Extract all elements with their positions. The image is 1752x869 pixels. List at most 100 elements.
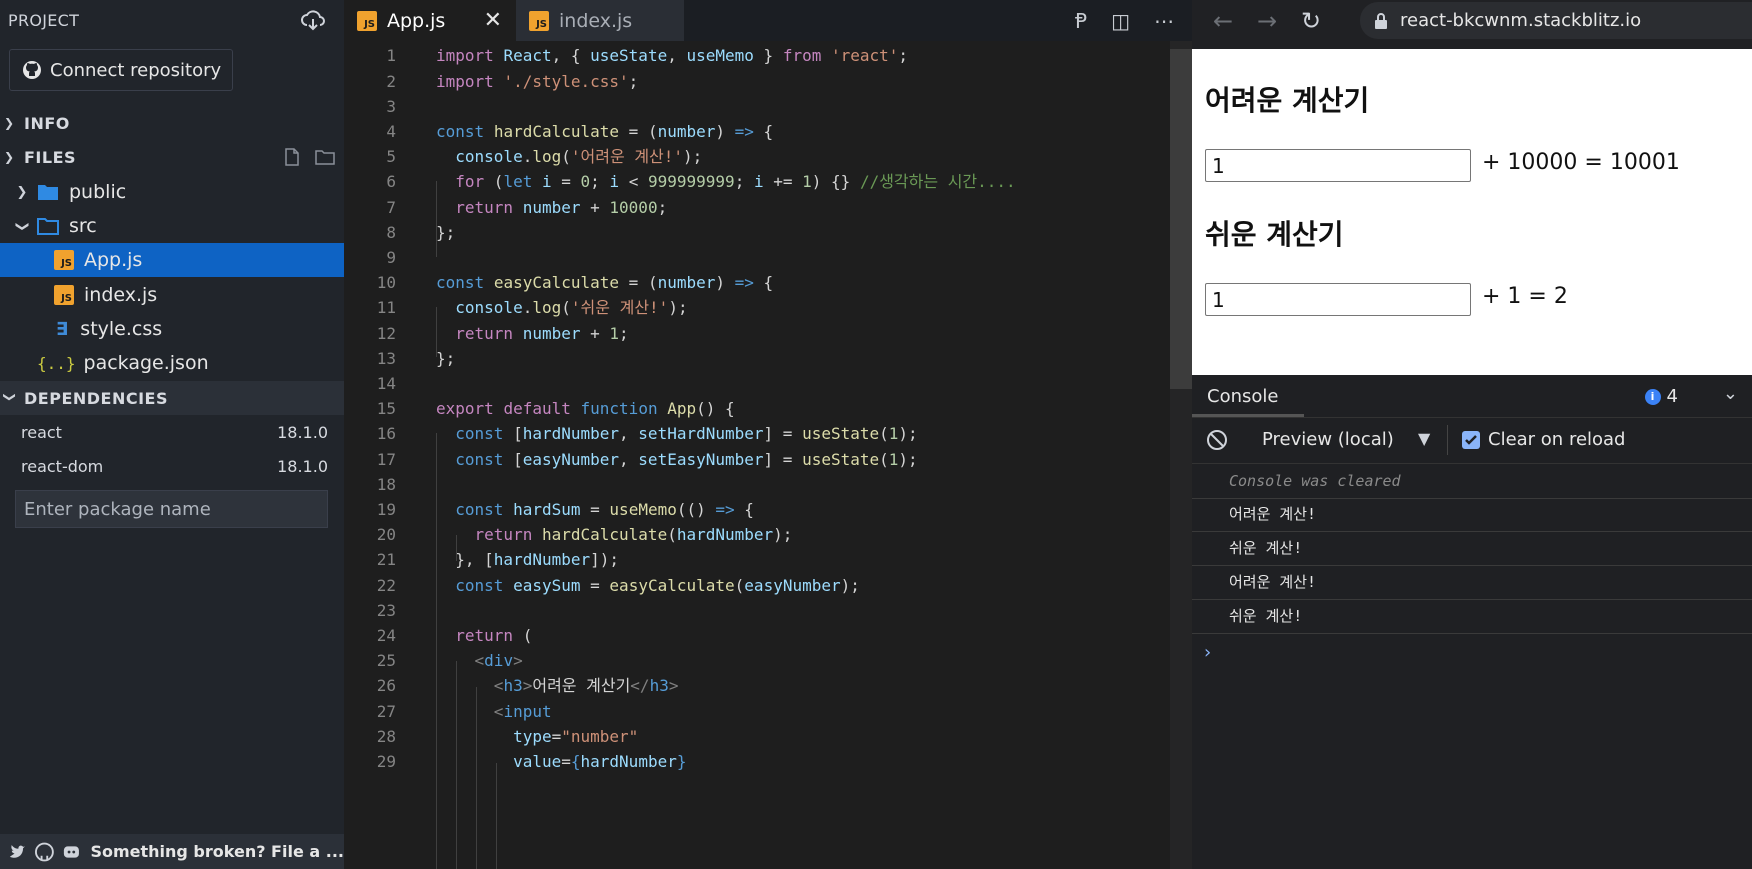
tree-item-public[interactable]: ❯ public — [0, 175, 344, 209]
chevron-down-icon: ❯ — [4, 150, 15, 164]
new-folder-icon[interactable] — [314, 147, 336, 167]
code-line: 8}; — [344, 219, 1170, 247]
dependency-row[interactable]: react-dom 18.1.0 — [0, 449, 344, 483]
dependency-version: 18.1.0 — [277, 456, 328, 476]
line-number: 16 — [376, 424, 396, 443]
connect-repository-button[interactable]: Connect repository — [9, 49, 233, 91]
tree-item-app-js[interactable]: JS App.js — [0, 243, 344, 277]
package-name-input[interactable] — [15, 490, 328, 528]
code-line: 14 — [344, 370, 1170, 398]
sidebar-footer: Something broken? File a ... — [0, 834, 344, 869]
code-line: 5 console.log('어려운 계산!'); — [344, 143, 1170, 171]
line-number: 4 — [386, 122, 396, 141]
scrollbar-thumb[interactable] — [1170, 49, 1192, 389]
code-editor[interactable]: 1 import React, { useState, useMemo } fro… — [344, 41, 1170, 869]
code-line: 10 const easyCalculate = (number) => { — [344, 269, 1170, 297]
line-number: 7 — [386, 198, 396, 217]
line-number: 19 — [376, 500, 396, 519]
chevron-right-icon: ❯ — [16, 184, 28, 200]
cloud-download-icon[interactable] — [300, 8, 326, 32]
easy-number-input[interactable] — [1205, 283, 1471, 316]
console-entry-text: Console was cleared — [1229, 472, 1401, 490]
code-line: 16 const [hardNumber, setHardNumber] = u… — [344, 420, 1170, 448]
tab-label: App.js — [387, 9, 446, 32]
code-line: 2 import './style.css'; — [344, 68, 1170, 96]
json-file-icon: {..} — [37, 353, 76, 373]
code-line: 26 <h3>어려운 계산기</h3> — [344, 672, 1170, 700]
code-line: 22 const easySum = easyCalculate(easyNum… — [344, 572, 1170, 600]
line-number: 15 — [376, 399, 396, 418]
tab-app-js[interactable]: JS App.js ✕ — [344, 0, 516, 41]
connect-repository-label: Connect repository — [50, 59, 222, 81]
line-number: 18 — [376, 475, 396, 494]
console-entry: Console was cleared — [1192, 464, 1752, 499]
tab-label: index.js — [559, 9, 633, 32]
clear-console-icon[interactable] — [1206, 429, 1228, 451]
code-line: 24 return ( — [344, 622, 1170, 650]
code-line: 15 export default function App() { — [344, 395, 1170, 423]
console-prompt-icon[interactable]: › — [1204, 642, 1211, 663]
prettier-icon[interactable]: Ᵽ — [1075, 9, 1087, 33]
chevron-down-icon: ❯ — [3, 392, 17, 403]
code-line: 17 const [easyNumber, setEasyNumber] = u… — [344, 446, 1170, 474]
tree-item-label: App.js — [84, 249, 143, 271]
discord-icon[interactable] — [62, 842, 81, 862]
app-preview: 어려운 계산기 + 10000 = 10001 쉬운 계산기 + 1 = 2 — [1192, 49, 1752, 375]
hard-number-input[interactable] — [1205, 149, 1471, 182]
line-number: 20 — [376, 525, 396, 544]
editor-toolbar: Ᵽ ◫ ⋯ — [1075, 0, 1192, 41]
code-line: 4 const hardCalculate = (number) => { — [344, 118, 1170, 146]
section-info[interactable]: ❯ INFO — [0, 106, 344, 140]
tree-item-package-json[interactable]: {..} package.json — [0, 346, 344, 380]
close-icon[interactable]: ✕ — [484, 8, 502, 33]
message-count: 4 — [1666, 386, 1678, 407]
dropdown-caret-icon[interactable]: ▼ — [1418, 429, 1430, 448]
dependency-row[interactable]: react 18.1.0 — [0, 415, 344, 449]
console-panel: Console i 4 ⌄ Preview (local) ▼ Clear on… — [1192, 375, 1752, 869]
report-issue-link[interactable]: Something broken? File a ... — [90, 842, 344, 861]
tree-item-index-js[interactable]: JS index.js — [0, 278, 344, 312]
line-number: 5 — [386, 147, 396, 166]
address-bar[interactable]: react-bkcwnm.stackblitz.io — [1360, 2, 1752, 39]
code-line: 29 value={hardNumber} — [344, 748, 1170, 776]
console-entry: 쉬운 계산! — [1192, 531, 1752, 566]
js-file-icon: JS — [529, 10, 549, 31]
console-source-select[interactable]: Preview (local) — [1262, 429, 1394, 450]
console-entry-text: 어려운 계산! — [1229, 573, 1317, 591]
section-dependencies[interactable]: ❯ DEPENDENCIES — [0, 381, 344, 415]
tree-item-label: public — [69, 181, 127, 203]
js-file-icon: JS — [357, 10, 377, 31]
console-entry-text: 어려운 계산! — [1229, 505, 1317, 523]
twitter-icon[interactable] — [8, 842, 27, 862]
code-line: 19 const hardSum = useMemo(() => { — [344, 496, 1170, 524]
tab-console[interactable]: Console — [1207, 386, 1278, 407]
tab-index-js[interactable]: JS index.js — [516, 0, 684, 41]
clear-on-reload-checkbox[interactable] — [1462, 431, 1480, 449]
line-number: 26 — [376, 676, 396, 695]
tree-item-label: package.json — [83, 352, 209, 374]
more-options-icon[interactable]: ⋯ — [1154, 9, 1174, 33]
code-line: 7 return number + 10000; — [344, 194, 1170, 222]
line-number: 21 — [376, 550, 396, 569]
line-number: 3 — [386, 97, 396, 116]
line-number: 17 — [376, 450, 396, 469]
info-icon: i — [1644, 388, 1661, 405]
line-number: 1 — [386, 46, 396, 65]
code-line: 25 <div> — [344, 647, 1170, 675]
chevron-down-icon[interactable]: ⌄ — [1723, 383, 1738, 404]
code-line: 27 <input — [344, 698, 1170, 726]
tree-item-style-css[interactable]: ∃ style.css — [0, 312, 344, 346]
line-number: 14 — [376, 374, 396, 393]
message-count-badge: i 4 — [1644, 386, 1678, 407]
github-icon[interactable] — [34, 842, 54, 862]
section-dependencies-label: DEPENDENCIES — [24, 388, 169, 408]
tree-item-src[interactable]: ❯ src — [0, 209, 344, 243]
forward-arrow-icon[interactable]: → — [1254, 7, 1280, 35]
editor-scrollbar[interactable] — [1170, 41, 1192, 869]
reload-icon[interactable]: ↻ — [1298, 7, 1324, 35]
split-editor-icon[interactable]: ◫ — [1111, 9, 1130, 33]
section-files-label: FILES — [24, 147, 77, 167]
back-arrow-icon[interactable]: ← — [1210, 7, 1236, 35]
section-files[interactable]: ❯ FILES — [0, 140, 344, 174]
new-file-icon[interactable] — [282, 147, 302, 167]
